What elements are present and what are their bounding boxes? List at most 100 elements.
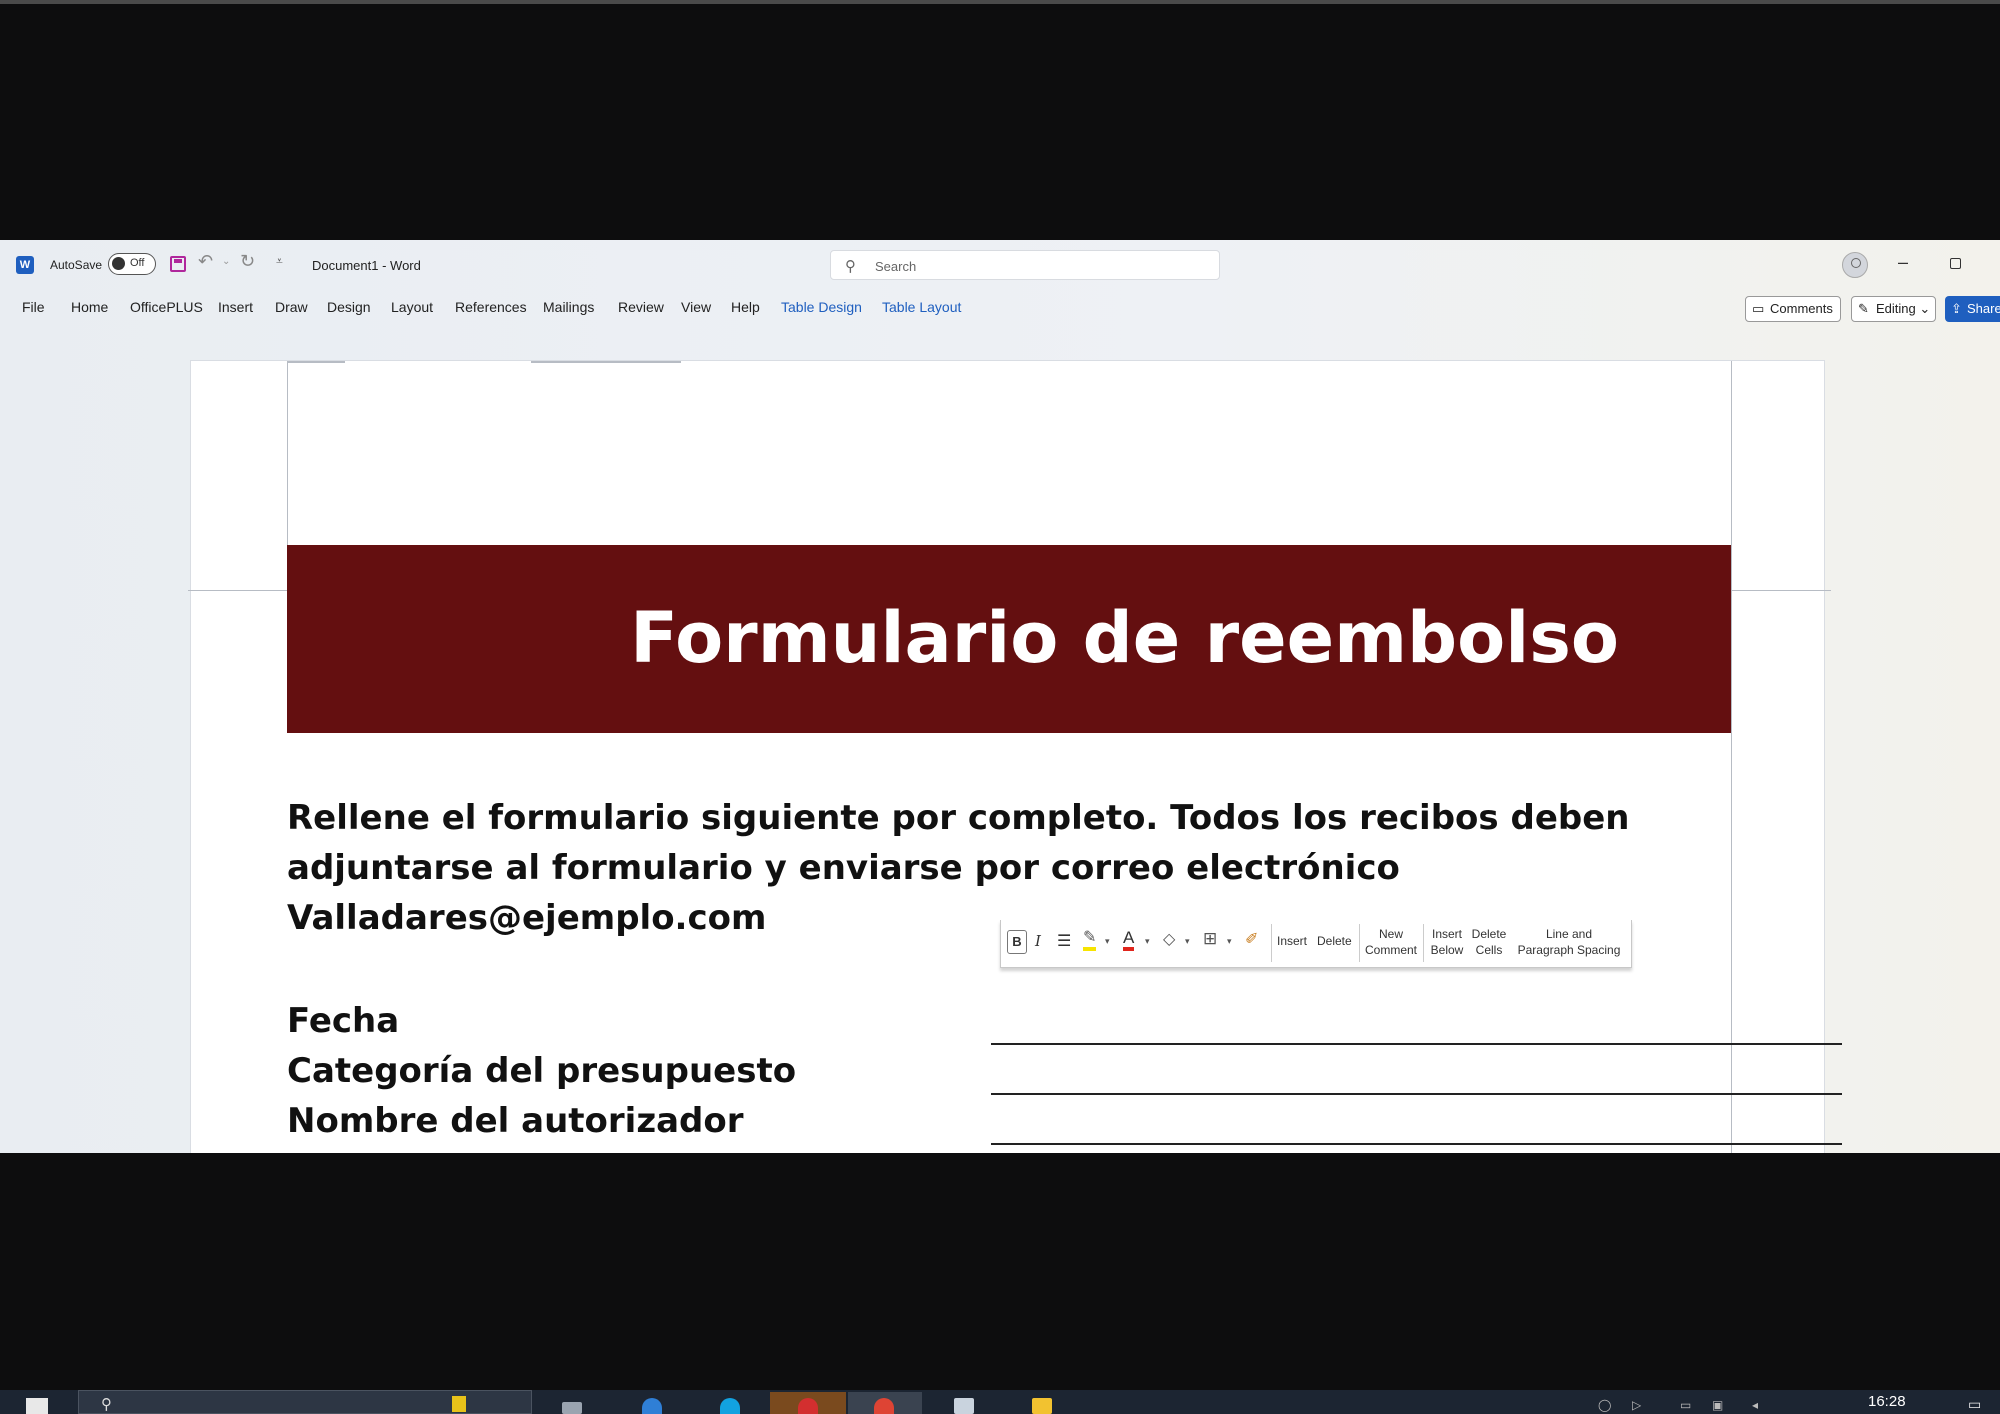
delete-cells-label: Delete [1471, 927, 1507, 941]
tab-draw[interactable]: Draw [275, 299, 308, 315]
field-blank-line[interactable] [991, 1093, 1842, 1095]
delete-cells-label: Cells [1475, 943, 1503, 957]
divider [1423, 924, 1424, 962]
editing-mode-button[interactable]: ✎ Editing ⌄ [1851, 296, 1936, 322]
file-icon[interactable] [944, 1392, 984, 1414]
tab-officeplus[interactable]: OfficePLUS [130, 299, 203, 315]
insert-below-label: Insert [1431, 927, 1462, 941]
format-painter-icon[interactable]: ✐ [1245, 929, 1258, 949]
field-blank-line[interactable] [991, 1143, 1842, 1145]
margin-guide [1731, 590, 1831, 591]
insert-button[interactable]: Insert [1277, 934, 1307, 948]
tab-design[interactable]: Design [327, 299, 371, 315]
chevron-down-icon[interactable]: ▾ [1227, 936, 1232, 947]
ruler-mark [287, 361, 345, 363]
search-input[interactable]: ⚲ Search [830, 250, 1220, 280]
floating-mini-toolbar: B I ☰ ✎ ▾ A ▾ ◇ ▾ ⊞ ▾ ✐ Insert Delete Ne… [1000, 920, 1632, 968]
new-comment-label: New [1378, 927, 1403, 941]
line-spacing-button[interactable]: Line and Paragraph Spacing [1513, 926, 1625, 958]
save-icon[interactable] [170, 256, 186, 272]
restore-button[interactable] [1950, 258, 1961, 269]
minimize-button[interactable]: – [1898, 252, 1908, 273]
tray-icon[interactable]: ▷ [1632, 1398, 1641, 1412]
font-color-icon[interactable]: A [1123, 928, 1135, 951]
task-view-icon[interactable] [552, 1392, 592, 1414]
customize-toolbar-icon[interactable]: ⩡ [276, 254, 283, 269]
comment-icon: ▭ [1752, 301, 1765, 316]
redo-icon[interactable]: ↻ [240, 251, 255, 272]
word-window: W AutoSave Off ↶ ⌄ ↻ ⩡ Document1 - Word … [0, 240, 2000, 1153]
field-row-authorizer[interactable]: Nombre del autorizador [287, 1101, 1842, 1151]
comments-label: Comments [1770, 301, 1833, 316]
taskbar: ⚲ ◯ ▷ ▭ ▣ ◂ 16:28 ▭ [0, 1390, 2000, 1414]
warning-icon [440, 1392, 480, 1414]
tray-icon[interactable]: ▭ [1680, 1398, 1691, 1412]
divider [1359, 924, 1360, 962]
tray-icon[interactable]: ▣ [1712, 1398, 1723, 1412]
folder-icon[interactable] [1022, 1392, 1062, 1414]
tab-view[interactable]: View [681, 299, 711, 315]
autosave-state: Off [130, 257, 145, 269]
field-label-date: Fecha [287, 1001, 400, 1041]
field-label-authorizer: Nombre del autorizador [287, 1101, 744, 1141]
chrome-icon[interactable] [848, 1392, 922, 1414]
tab-home[interactable]: Home [71, 299, 108, 315]
tab-references[interactable]: References [455, 299, 527, 315]
autosave-label: AutoSave [50, 258, 103, 272]
ribbon-tabs: File Home OfficePLUS Insert Draw Design … [0, 288, 2000, 324]
editing-label: Editing [1876, 301, 1916, 316]
field-row-date[interactable]: Fecha [287, 1001, 1842, 1051]
share-button[interactable]: ⇪ Share [1945, 296, 2000, 322]
chevron-down-icon[interactable]: ▾ [1185, 936, 1190, 947]
tab-file[interactable]: File [22, 299, 45, 315]
volume-icon[interactable]: ◂ [1752, 1398, 1758, 1412]
tray-icon[interactable]: ◯ [1598, 1398, 1611, 1412]
delete-cells-button[interactable]: Delete Cells [1469, 926, 1509, 958]
line-spacing-label: Paragraph Spacing [1517, 943, 1621, 957]
screen: W AutoSave Off ↶ ⌄ ↻ ⩡ Document1 - Word … [0, 0, 2000, 1414]
new-comment-button[interactable]: New Comment [1363, 926, 1419, 958]
tab-insert[interactable]: Insert [218, 299, 253, 315]
tab-help[interactable]: Help [731, 299, 760, 315]
notifications-icon[interactable]: ▭ [1968, 1396, 1981, 1413]
align-icon[interactable]: ☰ [1057, 931, 1071, 951]
field-blank-line[interactable] [991, 1043, 1842, 1045]
italic-button[interactable]: I [1035, 932, 1041, 950]
highlight-icon[interactable]: ✎ [1083, 929, 1097, 951]
form-title[interactable]: Formulario de reembolso [630, 597, 1619, 679]
document-page[interactable]: Formulario de reembolso Rellene el formu… [188, 360, 1842, 1153]
start-icon[interactable] [26, 1398, 48, 1414]
tab-mailings[interactable]: Mailings [543, 299, 594, 315]
margin-guide [188, 590, 288, 591]
undo-dropdown-icon[interactable]: ⌄ [222, 256, 230, 267]
tab-layout[interactable]: Layout [391, 299, 433, 315]
document-title: Document1 - Word [312, 258, 421, 273]
red-app-icon[interactable] [770, 1392, 846, 1414]
comments-button[interactable]: ▭ Comments [1745, 296, 1841, 322]
ruler-mark [531, 361, 681, 363]
top-border [0, 0, 2000, 4]
clock[interactable]: 16:28 [1868, 1393, 1906, 1410]
word-logo-icon: W [16, 256, 34, 274]
skype-icon[interactable] [710, 1392, 750, 1414]
field-row-budget-category[interactable]: Categoría del presupuesto [287, 1051, 1842, 1101]
tab-review[interactable]: Review [618, 299, 664, 315]
line-spacing-label: Line and [1545, 927, 1593, 941]
delete-button[interactable]: Delete [1317, 934, 1352, 948]
bold-button[interactable]: B [1007, 930, 1027, 954]
undo-icon[interactable]: ↶ [198, 251, 213, 272]
insert-below-button[interactable]: Insert Below [1427, 926, 1467, 958]
autosave-toggle[interactable]: Off [108, 253, 156, 275]
search-icon: ⚲ [101, 1396, 112, 1413]
edge-icon[interactable] [632, 1392, 672, 1414]
divider [1271, 924, 1272, 962]
pencil-icon: ✎ [1858, 301, 1869, 316]
chevron-down-icon[interactable]: ▾ [1105, 936, 1110, 947]
chevron-down-icon[interactable]: ▾ [1145, 936, 1150, 947]
tab-table-layout[interactable]: Table Layout [882, 299, 961, 315]
borders-icon[interactable]: ⊞ [1203, 929, 1217, 949]
tab-table-design[interactable]: Table Design [781, 299, 862, 315]
title-bar: W AutoSave Off ↶ ⌄ ↻ ⩡ Document1 - Word … [0, 240, 2000, 288]
shading-icon[interactable]: ◇ [1163, 929, 1175, 949]
account-avatar[interactable] [1842, 252, 1868, 278]
